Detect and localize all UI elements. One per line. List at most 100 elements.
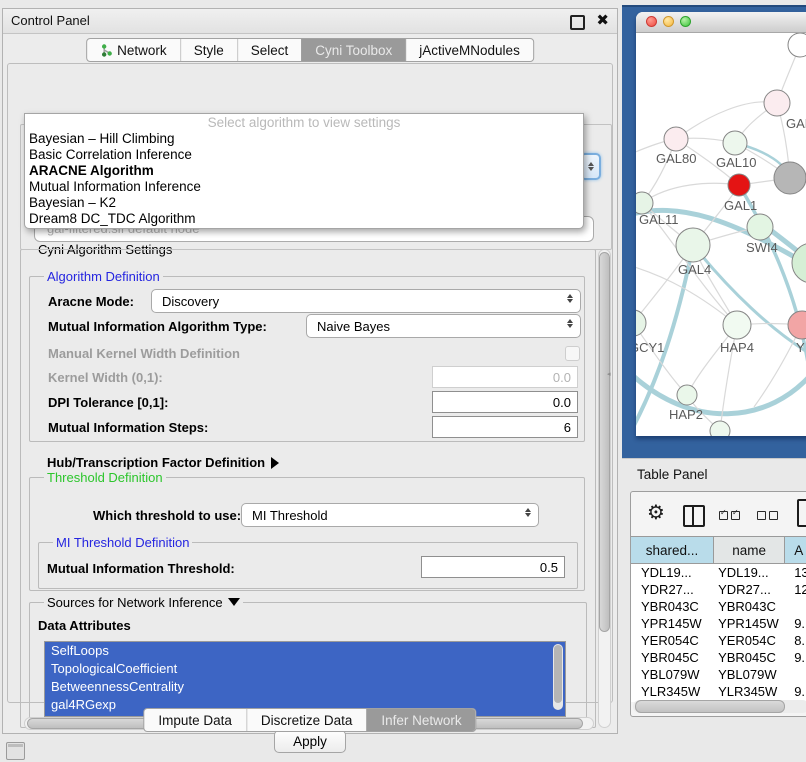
data-attribute-item[interactable]: TopologicalCoefficient bbox=[45, 660, 565, 678]
algorithm-option[interactable]: Bayesian – Hill Climbing bbox=[25, 131, 583, 147]
tab-impute-data[interactable]: Impute Data bbox=[144, 709, 246, 731]
data-attributes-list[interactable]: SelfLoopsTopologicalCoefficientBetweenne… bbox=[44, 641, 566, 717]
hub-definition-toggle[interactable]: Hub/Transcription Factor Definition bbox=[47, 455, 279, 470]
mac-zoom-icon[interactable] bbox=[680, 16, 691, 27]
data-attribute-item[interactable]: BetweennessCentrality bbox=[45, 678, 565, 696]
select-all-checks-icon[interactable] bbox=[719, 511, 740, 520]
network-node-gal11[interactable] bbox=[636, 192, 653, 214]
network-node-gal80[interactable] bbox=[664, 127, 688, 151]
network-node-label: HAP4 bbox=[720, 340, 754, 355]
table-row[interactable]: YER054CYER054C8. bbox=[631, 632, 806, 649]
table-row[interactable]: YBR045CYBR045C9. bbox=[631, 649, 806, 666]
threshold-definition-group: Threshold Definition Which threshold to … bbox=[29, 477, 585, 591]
mi-threshold-label: Mutual Information Threshold: bbox=[47, 561, 235, 576]
float-window-icon[interactable] bbox=[570, 15, 585, 30]
aracne-mode-label: Aracne Mode: bbox=[48, 294, 134, 309]
close-icon[interactable]: ✖ bbox=[596, 12, 609, 29]
apply-button[interactable]: Apply bbox=[274, 730, 346, 753]
network-node-y[interactable] bbox=[788, 311, 806, 339]
tab-cyni-toolbox[interactable]: Cyni Toolbox bbox=[301, 39, 405, 61]
table-cell: YLR345W bbox=[631, 683, 714, 700]
collapse-down-icon bbox=[228, 598, 240, 606]
table-row[interactable]: YBL079WYBL079W bbox=[631, 666, 806, 683]
tab-network[interactable]: Network bbox=[87, 39, 180, 61]
settings-vertical-scrollbar[interactable] bbox=[598, 249, 611, 728]
tab-discretize-data[interactable]: Discretize Data bbox=[246, 709, 367, 731]
table-row[interactable]: YDL19...YDL19...13 bbox=[631, 564, 806, 581]
node-table: shared... name A YDL19...YDL19...13YDR27… bbox=[631, 536, 806, 702]
network-node-gal4[interactable] bbox=[676, 228, 710, 262]
network-edge[interactable] bbox=[676, 102, 777, 139]
table-cell: YPR145W bbox=[714, 615, 785, 632]
aracne-mode-combo[interactable]: Discovery bbox=[151, 289, 581, 313]
algorithm-dropdown-list: Bayesian – Hill ClimbingBasic Correlatio… bbox=[25, 131, 583, 227]
dpi-tolerance-label: DPI Tolerance [0,1]: bbox=[48, 395, 168, 410]
tab-style[interactable]: Style bbox=[180, 39, 237, 61]
network-canvas[interactable]: GALGAL80GAL10GAL1GAL11SWI4GAL4GCY1HAP4YH… bbox=[636, 33, 806, 436]
algorithm-option[interactable]: Basic Correlation Inference bbox=[25, 147, 583, 163]
table-cell: YDR27... bbox=[631, 581, 714, 598]
column-header-name[interactable]: name bbox=[714, 537, 785, 563]
table-cell: 9. bbox=[785, 683, 806, 700]
mac-minimize-icon[interactable] bbox=[663, 16, 674, 27]
table-cell: YDL19... bbox=[714, 564, 785, 581]
algorithm-option[interactable]: ARACNE Algorithm bbox=[25, 163, 583, 179]
table-row[interactable]: YLR345WYLR345W9. bbox=[631, 683, 806, 700]
mi-threshold-field[interactable] bbox=[421, 556, 565, 578]
splitter-grip-icon[interactable]: ◂ bbox=[607, 371, 612, 378]
network-node-gal10[interactable] bbox=[723, 131, 747, 155]
algorithm-option[interactable]: Mutual Information Inference bbox=[25, 179, 583, 195]
data-attribute-item[interactable]: SelfLoops bbox=[45, 642, 565, 660]
table-body: YDL19...YDL19...13YDR27...YDR27...12YBR0… bbox=[631, 564, 806, 702]
table-function-icon[interactable] bbox=[797, 499, 806, 527]
network-edge[interactable] bbox=[636, 371, 806, 414]
dpi-tolerance-field[interactable] bbox=[432, 391, 578, 413]
columns-icon[interactable] bbox=[683, 505, 705, 527]
network-node-gal1[interactable] bbox=[728, 174, 750, 196]
cyni-toolbox-panel: gal-filtered.sif default node Select alg… bbox=[7, 63, 613, 703]
column-header-shared-name[interactable]: shared... bbox=[631, 537, 714, 563]
kernel-width-field[interactable] bbox=[432, 366, 578, 388]
mi-threshold-definition-group: MI Threshold Definition Mutual Informati… bbox=[38, 542, 578, 589]
sources-title[interactable]: Sources for Network Inference bbox=[44, 595, 243, 610]
network-desktop: GALGAL80GAL10GAL1GAL11SWI4GAL4GCY1HAP4YH… bbox=[622, 5, 806, 458]
network-node[interactable] bbox=[774, 162, 806, 194]
network-node-hap4[interactable] bbox=[723, 311, 751, 339]
table-horizontal-scrollbar[interactable] bbox=[633, 700, 806, 713]
tab-jactivemnodules[interactable]: jActiveMNodules bbox=[405, 39, 533, 61]
tab-select[interactable]: Select bbox=[237, 39, 302, 61]
network-node-gcy1[interactable] bbox=[636, 310, 646, 336]
table-cell bbox=[785, 598, 806, 615]
cyni-algorithm-settings-group: Cyni Algorithm Settings Algorithm Defini… bbox=[20, 249, 596, 728]
algorithm-option[interactable]: Dream8 DC_TDC Algorithm bbox=[25, 211, 583, 227]
gear-icon[interactable]: ⚙ bbox=[647, 500, 665, 525]
manual-kernel-checkbox[interactable] bbox=[565, 346, 580, 361]
combo-arrows-icon bbox=[525, 508, 531, 517]
column-header-partial[interactable]: A bbox=[785, 537, 806, 563]
algorithm-definition-group: Algorithm Definition Aracne Mode: Discov… bbox=[29, 276, 585, 442]
attributes-scrollbar[interactable] bbox=[553, 644, 563, 710]
table-row[interactable]: YDR27...YDR27...12 bbox=[631, 581, 806, 598]
threshold-definition-title: Threshold Definition bbox=[44, 470, 166, 485]
table-panel: Table Panel ⚙ shared... name A YDL19...Y… bbox=[622, 458, 806, 762]
network-view-window[interactable]: GALGAL80GAL10GAL1GAL11SWI4GAL4GCY1HAP4YH… bbox=[636, 12, 806, 436]
network-node[interactable] bbox=[710, 421, 730, 436]
network-node-swi4[interactable] bbox=[747, 214, 773, 240]
network-node[interactable] bbox=[788, 33, 806, 57]
mi-type-combo[interactable]: Naive Bayes bbox=[306, 314, 581, 338]
table-row[interactable]: YPR145WYPR145W9. bbox=[631, 615, 806, 632]
network-node-gal[interactable] bbox=[764, 90, 790, 116]
algorithm-option[interactable]: Bayesian – K2 bbox=[25, 195, 583, 211]
minimized-window-icon[interactable] bbox=[6, 742, 25, 760]
mac-close-icon[interactable] bbox=[646, 16, 657, 27]
network-window-titlebar[interactable] bbox=[636, 12, 806, 33]
table-cell: YBL079W bbox=[631, 666, 714, 683]
mi-steps-field[interactable] bbox=[432, 416, 578, 438]
combo-arrows-icon bbox=[567, 319, 573, 328]
which-threshold-combo[interactable]: MI Threshold bbox=[241, 503, 539, 527]
table-row[interactable]: YBR043CYBR043C bbox=[631, 598, 806, 615]
deselect-all-checks-icon[interactable] bbox=[757, 511, 778, 520]
tab-infer-network[interactable]: Infer Network bbox=[366, 709, 475, 731]
table-cell: YPR145W bbox=[631, 615, 714, 632]
network-node-hap2[interactable] bbox=[677, 385, 697, 405]
